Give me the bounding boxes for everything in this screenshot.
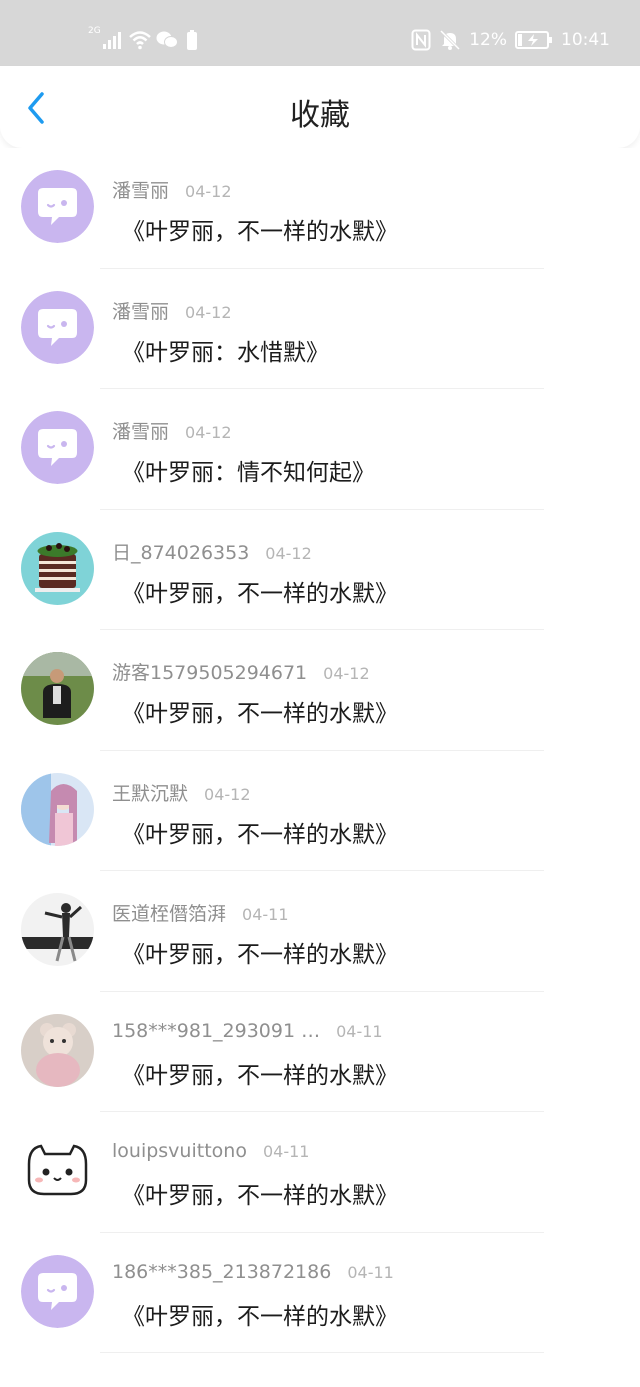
post-date: 04-12 <box>185 302 232 322</box>
item-meta: 潘雪丽 04-12 <box>112 176 232 203</box>
favorite-item[interactable]: 医道桎僭箔湃 04-11 《叶罗丽，不一样的水默》 <box>0 871 640 992</box>
page-title: 收藏 <box>290 98 350 133</box>
status-right-group: 12% 10:41 <box>411 26 610 54</box>
post-date: 04-12 <box>185 423 232 442</box>
username[interactable]: louipsvuittono <box>112 1140 247 1162</box>
story-title[interactable]: 《叶罗丽：水惜默》 <box>122 333 329 367</box>
person-outdoor-avatar[interactable] <box>21 652 94 725</box>
post-date: 04-12 <box>323 664 370 683</box>
story-title[interactable]: 《叶罗丽，不一样的水默》 <box>122 694 398 728</box>
item-meta: 潘雪丽 04-12 <box>112 417 232 444</box>
post-date: 04-12 <box>204 784 251 804</box>
favorite-item[interactable]: louipsvuittono 04-11 《叶罗丽，不一样的水默》 <box>0 1112 640 1233</box>
signal-icon <box>102 30 122 50</box>
favorite-item[interactable]: 186***385_213872186 04-11 《叶罗丽，不一样的水默》 <box>0 1233 640 1353</box>
favorite-item[interactable]: 潘雪丽 04-12 《叶罗丽，不一样的水默》 <box>0 148 640 269</box>
story-title[interactable]: 《叶罗丽，不一样的水默》 <box>122 935 398 969</box>
status-bar: 2G 12% 10:41 <box>0 0 640 66</box>
header-bar: 收藏 <box>0 66 640 148</box>
favorite-item[interactable]: 王默沉默 04-12 《叶罗丽，不一样的水默》 <box>0 751 640 871</box>
story-title[interactable]: 《叶罗丽，不一样的水默》 <box>122 815 398 849</box>
default-chat-avatar[interactable] <box>21 411 94 484</box>
post-date: 04-11 <box>347 1262 394 1282</box>
favorite-item[interactable]: 游客1579505294671 04-12 《叶罗丽，不一样的水默》 <box>0 630 640 751</box>
username[interactable]: 日_874026353 <box>112 542 249 564</box>
item-meta: 医道桎僭箔湃 04-11 <box>112 899 289 926</box>
username[interactable]: 潘雪丽 <box>112 180 169 202</box>
wechat-icon <box>156 30 178 50</box>
username[interactable]: 潘雪丽 <box>112 301 169 323</box>
favorite-item[interactable]: 日_874026353 04-12 《叶罗丽，不一样的水默》 <box>0 510 640 630</box>
favorites-list: 潘雪丽 04-12 《叶罗丽，不一样的水默》 潘雪丽 04-12 《叶罗丽：水惜默》 潘… <box>0 148 640 1387</box>
network-type: 2G <box>88 26 101 36</box>
clock: 10:41 <box>561 30 610 50</box>
favorite-item[interactable]: 潘雪丽 04-12 《叶罗丽：情不知何起》 <box>0 389 640 510</box>
mute-bell-icon <box>439 29 461 51</box>
item-meta: 王默沉默 04-12 <box>112 779 251 806</box>
battery-percent: 12% <box>469 30 507 50</box>
item-meta: louipsvuittono 04-11 <box>112 1140 309 1162</box>
story-title[interactable]: 《叶罗丽：情不知何起》 <box>122 453 375 487</box>
item-meta: 潘雪丽 04-12 <box>112 297 232 324</box>
default-chat-avatar[interactable] <box>21 170 94 243</box>
username[interactable]: 游客1579505294671 <box>112 662 307 684</box>
teddy-bear-avatar[interactable] <box>21 1013 94 1087</box>
cartoon-cat-avatar[interactable] <box>21 1134 94 1207</box>
post-date: 04-11 <box>242 905 289 924</box>
battery-charging-icon <box>515 30 553 50</box>
post-date: 04-11 <box>336 1021 383 1041</box>
username[interactable]: 186***385_213872186 <box>112 1261 331 1283</box>
item-meta: 186***385_213872186 04-11 <box>112 1261 394 1283</box>
item-meta: 游客1579505294671 04-12 <box>112 658 370 685</box>
dancer-avatar[interactable] <box>21 893 94 966</box>
story-title[interactable]: 《叶罗丽，不一样的水默》 <box>122 212 398 246</box>
favorite-item[interactable]: 潘雪丽 04-12 《叶罗丽：水惜默》 <box>0 269 640 389</box>
story-title[interactable]: 《叶罗丽，不一样的水默》 <box>122 1056 398 1090</box>
cake-photo-avatar[interactable] <box>21 531 94 605</box>
username[interactable]: 潘雪丽 <box>112 421 169 443</box>
wifi-icon <box>128 30 152 50</box>
story-title[interactable]: 《叶罗丽，不一样的水默》 <box>122 1176 398 1210</box>
item-meta: 日_874026353 04-12 <box>112 538 312 565</box>
anime-girl-avatar[interactable] <box>21 772 94 846</box>
story-title[interactable]: 《叶罗丽，不一样的水默》 <box>122 1297 398 1331</box>
nfc-icon <box>411 29 431 51</box>
username[interactable]: 医道桎僭箔湃 <box>112 903 226 925</box>
status-left-group: 2G <box>88 26 198 50</box>
post-date: 04-12 <box>265 543 312 563</box>
default-chat-avatar[interactable] <box>21 290 94 364</box>
username[interactable]: 王默沉默 <box>112 783 188 805</box>
battery-small-icon <box>186 30 198 50</box>
post-date: 04-11 <box>262 1142 310 1161</box>
item-meta: 158***981_293091 … 04-11 <box>112 1020 383 1042</box>
row-divider <box>100 1352 544 1353</box>
favorite-item[interactable]: 158***981_293091 … 04-11 《叶罗丽，不一样的水默》 <box>0 992 640 1112</box>
story-title[interactable]: 《叶罗丽，不一样的水默》 <box>122 574 398 608</box>
username[interactable]: 158***981_293091 … <box>112 1020 320 1042</box>
default-chat-avatar[interactable] <box>21 1254 94 1328</box>
post-date: 04-12 <box>185 182 232 201</box>
